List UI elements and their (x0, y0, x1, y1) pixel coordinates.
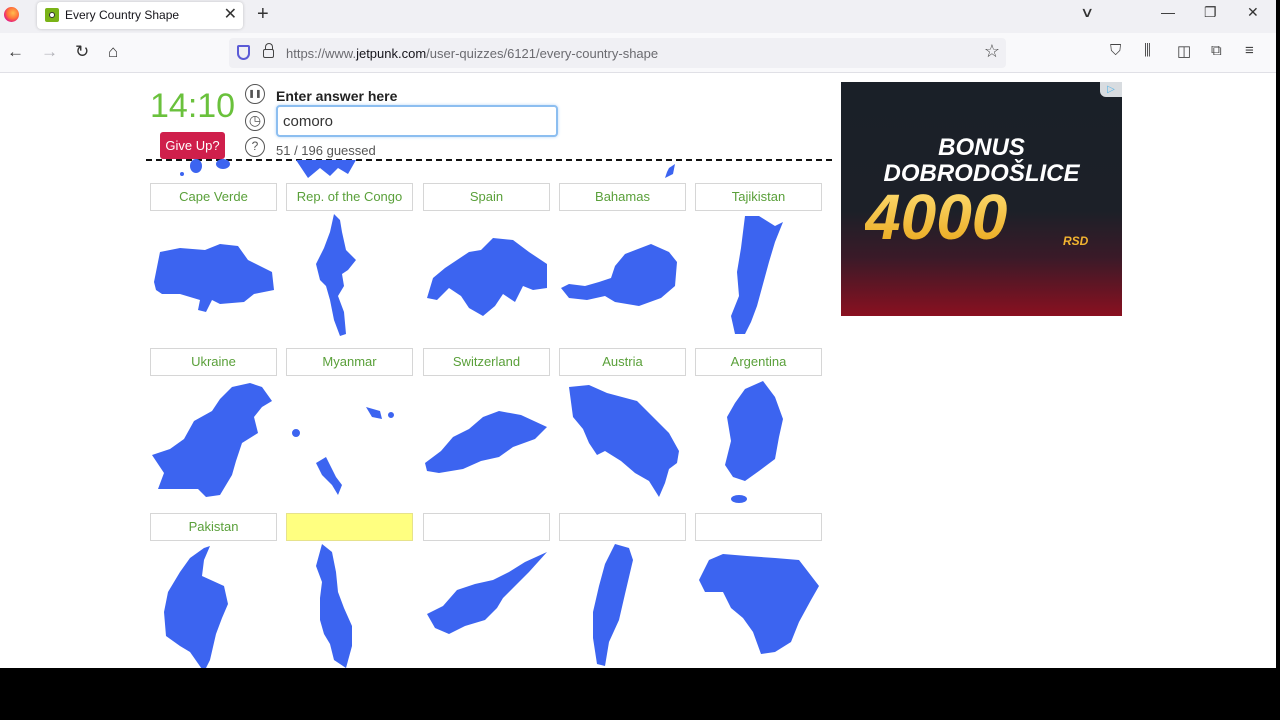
answer-slot[interactable]: Bahamas (559, 183, 686, 211)
home-button[interactable]: ⌂ (108, 42, 118, 62)
country-shape (150, 542, 277, 668)
country-shape (286, 377, 413, 507)
country-silhouette (561, 244, 677, 306)
country-shape (559, 542, 686, 668)
country-shape (695, 542, 822, 668)
advertisement[interactable]: BONUS DOBRODOŠLICE 4000 RSD ▷ (841, 82, 1122, 316)
country-silhouette (425, 411, 547, 473)
extensions-icon[interactable]: ⧉ (1211, 42, 1222, 59)
country-shape (559, 56, 686, 186)
answer-slot[interactable]: Ukraine (150, 348, 277, 376)
country-shape (286, 542, 413, 668)
new-tab-button[interactable]: + (257, 3, 269, 26)
reload-button[interactable]: ↻ (75, 42, 89, 62)
country-silhouette (154, 244, 274, 312)
library-icon[interactable]: ⫼ (1144, 42, 1151, 59)
quiz-page: 14:10 Give Up? ❚❚ ◷ ? Enter answer here … (0, 74, 1276, 668)
answer-slot[interactable]: Tajikistan (695, 183, 822, 211)
jetpunk-favicon-icon (45, 8, 59, 22)
answer-slot[interactable]: Austria (559, 348, 686, 376)
country-shape (150, 377, 277, 507)
forward-button[interactable]: → (41, 42, 58, 62)
answer-slot[interactable] (423, 513, 550, 541)
back-button[interactable]: ← (7, 42, 24, 62)
answer-slot[interactable]: Myanmar (286, 348, 413, 376)
answer-slot[interactable] (286, 513, 413, 541)
country-silhouette (316, 544, 352, 668)
country-shape (423, 377, 550, 507)
answer-slot[interactable]: Switzerland (423, 348, 550, 376)
ad-amount: 4000 (865, 181, 1008, 253)
tab-title: Every Country Shape (65, 8, 180, 22)
adchoices-icon[interactable]: ▷ (1100, 82, 1122, 97)
country-shape (150, 56, 277, 186)
country-shape (150, 212, 277, 342)
minimize-button[interactable]: — (1161, 4, 1175, 20)
sidebar-icon[interactable]: ◫ (1177, 42, 1191, 60)
tab-close-icon[interactable]: ✕ (224, 4, 237, 24)
tab-every-country-shape[interactable]: Every Country Shape ✕ (37, 2, 243, 29)
answer-slot[interactable]: Pakistan (150, 513, 277, 541)
answer-slot[interactable] (559, 513, 686, 541)
country-silhouette (569, 385, 679, 497)
ad-headline-1: BONUS (938, 134, 1025, 161)
country-shape (695, 377, 822, 507)
country-silhouette (180, 159, 230, 176)
list-all-tabs-icon[interactable]: ∨ (1080, 4, 1094, 21)
country-silhouette (725, 381, 783, 503)
country-shape (559, 212, 686, 342)
ad-currency: RSD (1063, 234, 1089, 248)
country-silhouette (292, 407, 394, 495)
country-silhouette (427, 552, 547, 634)
country-silhouette (731, 216, 783, 334)
pocket-icon[interactable]: ⛉ (1110, 42, 1121, 59)
country-silhouette (296, 160, 356, 178)
country-shape (286, 56, 413, 186)
close-window-button[interactable]: ✕ (1247, 4, 1259, 21)
firefox-logo-icon (4, 7, 19, 22)
restore-button[interactable]: ❐ (1204, 4, 1217, 21)
country-shape (423, 212, 550, 342)
answer-slot[interactable]: Argentina (695, 348, 822, 376)
country-silhouette (665, 164, 675, 178)
country-silhouette (152, 383, 272, 497)
country-shape (695, 212, 822, 342)
app-menu-icon[interactable]: ≡ (1245, 42, 1254, 59)
answer-slot[interactable]: Spain (423, 183, 550, 211)
answer-slot[interactable]: Cape Verde (150, 183, 277, 211)
browser-window: Every Country Shape ✕ + ∨ — ❐ ✕ ← → ↻ ⌂ … (0, 0, 1276, 668)
country-silhouette (427, 238, 547, 316)
country-silhouette (699, 554, 819, 654)
answer-slot[interactable] (695, 513, 822, 541)
answer-slot[interactable]: Rep. of the Congo (286, 183, 413, 211)
country-shape (286, 212, 413, 342)
country-silhouette (164, 546, 228, 668)
country-silhouette (316, 214, 356, 336)
country-silhouette (593, 544, 633, 666)
bookmark-star-icon[interactable]: ☆ (984, 41, 1000, 62)
tab-strip: Every Country Shape ✕ + ∨ — ❐ ✕ (0, 0, 1276, 33)
country-shape (423, 542, 550, 668)
country-shape (559, 377, 686, 507)
